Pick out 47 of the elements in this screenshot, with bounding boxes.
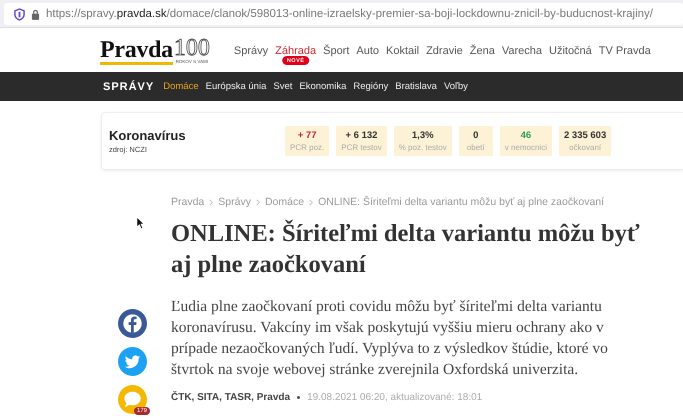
- twitter-icon[interactable]: [118, 347, 147, 376]
- stat-value: 1,3%: [412, 130, 434, 141]
- section-title[interactable]: SPRÁVY: [103, 80, 154, 92]
- mouse-pointer-icon: [136, 216, 145, 230]
- url-text: https://spravy.pravda.sk/domace/clanok/598013-online-izraelsky-premier-sa-boji-lockdownu-znicil-by-buducnost-krajiny/: [46, 8, 653, 20]
- stat-label: PCR poz.: [290, 143, 324, 152]
- nav-link[interactable]: Zdravie: [426, 45, 463, 57]
- facebook-icon[interactable]: [118, 309, 147, 338]
- nav-link[interactable]: TV Pravda: [598, 45, 651, 57]
- stat-value: + 77: [298, 130, 316, 141]
- nav-link[interactable]: Žena: [470, 45, 495, 57]
- subnav-link[interactable]: Svet: [273, 81, 292, 92]
- nav-link[interactable]: Koktail: [386, 45, 420, 57]
- subnav-link[interactable]: Domáce: [163, 81, 199, 92]
- nav-link[interactable]: Auto: [356, 45, 380, 57]
- lock-icon: [31, 8, 40, 20]
- authors-text: ČTK, SITA, TASR, Pravda: [171, 392, 290, 403]
- comment-icon[interactable]: [118, 385, 147, 414]
- subnav-link[interactable]: Európska únia: [206, 81, 266, 92]
- stat-value: 46: [520, 130, 532, 141]
- shield-icon: [14, 8, 25, 20]
- chevron-icon: [209, 198, 214, 206]
- stat-label: PCR testov: [341, 143, 382, 152]
- date-text: 19.08.2021 06:20, aktualizované: 18:01: [307, 392, 482, 403]
- article-lead: Ľudia plne zaočkovaní proti covidu môžu byť šíriteľmi delta variantu koronavírusu. Vakcíny im však poskytujú vyššiu mieru ochrany ako v prípade nezaočkovaných ľudí. Vyplýva to z výsledkov štúdie, ktoré vo štvrtok na svoje webovej stránke zverejnila Oxfordská univerzita.: [171, 297, 609, 380]
- chevron-icon: [309, 198, 314, 206]
- nav-link[interactable]: Užitočná: [549, 45, 592, 57]
- stat-label: obetí: [466, 143, 485, 152]
- subnav-link[interactable]: Ekonomika: [299, 81, 346, 92]
- stat-value: 0: [473, 130, 478, 141]
- bullet-icon: [297, 396, 300, 399]
- nav-link[interactable]: Správy: [234, 45, 268, 57]
- stat-label: očkovaní: [569, 143, 602, 152]
- stat-value: 2 335 603: [564, 130, 606, 141]
- subnav-link[interactable]: Bratislava: [395, 81, 437, 92]
- stat-label: v nemocnici: [504, 143, 547, 152]
- article-title: ONLINE: Šíriteľmi delta variantu môžu byť aj plne zaočkovaní: [171, 218, 641, 280]
- corona-title: Koronavírus: [109, 128, 187, 143]
- nav-link[interactable]: Varecha: [502, 45, 542, 57]
- subnav-link[interactable]: Regióny: [353, 81, 388, 92]
- stat-value: + 6 132: [345, 130, 378, 141]
- nav-link[interactable]: Šport: [323, 45, 350, 57]
- subnav-link[interactable]: Voľby: [444, 81, 468, 92]
- chevron-icon: [256, 198, 260, 206]
- stat-label: % poz. testov: [398, 143, 447, 152]
- address-bar[interactable]: https://spravy.pravda.sk/domace/clanok/598013-online-izraelsky-premier-sa-boji-lockdownu-znicil-by-buducnost-krajiny/: [4, 3, 683, 25]
- nav-link[interactable]: Záhrada: [275, 45, 316, 57]
